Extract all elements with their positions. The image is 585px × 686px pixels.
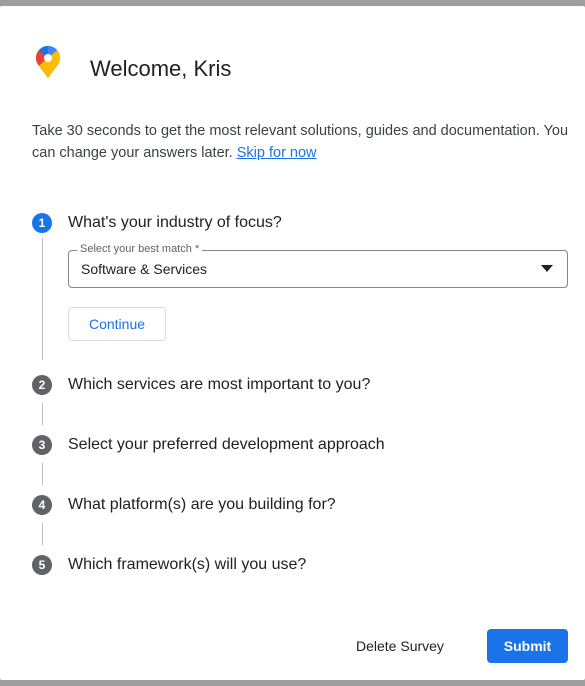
skip-for-now-link[interactable]: Skip for now (237, 145, 317, 161)
caret-down-icon (541, 265, 553, 272)
step-label: Which framework(s) will you use? (68, 556, 307, 573)
welcome-dialog: Welcome, Kris Take 30 seconds to get the… (0, 6, 585, 680)
step-number: 2 (32, 375, 52, 395)
step-number: 3 (32, 435, 52, 455)
dialog-header (36, 46, 60, 78)
step-1: 1 What's your industry of focus? (32, 213, 282, 233)
step-connector (42, 403, 43, 425)
delete-survey-button[interactable]: Delete Survey (356, 634, 444, 658)
step-3: 3 Select your preferred development appr… (32, 435, 385, 455)
step-2: 2 Which services are most important to y… (32, 375, 370, 395)
industry-select[interactable]: Select your best match * Software & Serv… (68, 243, 568, 288)
step-label: Which services are most important to you… (68, 376, 371, 393)
submit-button[interactable]: Submit (487, 629, 568, 663)
step-connector (42, 523, 43, 545)
step-4: 4 What platform(s) are you building for? (32, 495, 336, 515)
industry-select-value: Software & Services (81, 261, 208, 277)
step-label: What's your industry of focus? (68, 214, 282, 231)
step-5: 5 Which framework(s) will you use? (32, 555, 306, 575)
step-number: 4 (32, 495, 52, 515)
step-label: Select your preferred development approa… (68, 436, 385, 453)
step-label: What platform(s) are you building for? (68, 496, 336, 513)
google-maps-logo-icon (36, 46, 60, 78)
step-number: 1 (32, 213, 52, 233)
dialog-title: Welcome, Kris (90, 56, 232, 81)
step-connector (42, 463, 43, 485)
industry-select-label: Select your best match * (77, 243, 203, 255)
step-connector (42, 238, 43, 360)
continue-button[interactable]: Continue (68, 307, 166, 341)
intro-text: Take 30 seconds to get the most relevant… (32, 120, 572, 164)
step-number: 5 (32, 555, 52, 575)
